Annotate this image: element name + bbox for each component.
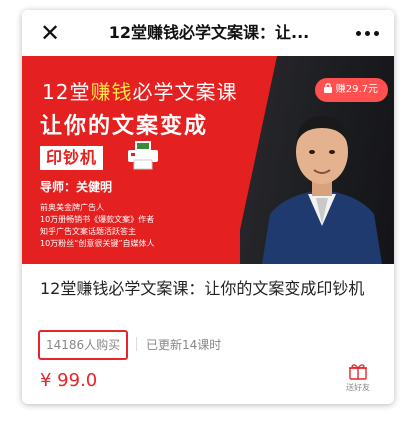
banner-desc-line: 10万册畅销书《爆款文案》作者 <box>40 215 155 224</box>
update-status: 已更新14课时 <box>146 338 222 352</box>
close-icon[interactable]: ✕ <box>36 19 64 47</box>
earn-badge[interactable]: 赚29.7元 <box>314 78 388 102</box>
divider <box>136 337 137 351</box>
title-bar: ✕ 12堂赚钱必学文案课：让... <box>22 10 394 56</box>
course-card: ✕ 12堂赚钱必学文案课：让... 12堂赚钱必学文案课 让你的文案变成 印钞机… <box>22 10 394 404</box>
price: ¥ 99.0 <box>40 370 98 391</box>
banner-desc-line: 10万粉丝“创意很关键”自媒体人 <box>40 239 155 248</box>
banner-desc-line: 知乎广告文案话题活跃答主 <box>40 227 136 236</box>
share-earn-icon <box>323 83 332 93</box>
banner-headline-a: 12堂 <box>42 80 91 104</box>
more-icon[interactable] <box>354 22 382 44</box>
banner-headline-b: 必学文案课 <box>132 80 238 104</box>
banner-author: 导师：关健明 <box>40 180 113 194</box>
course-title: 12堂赚钱必学文案课：让你的文案变成印钞机 <box>40 279 365 298</box>
banner-headline-highlight: 赚钱 <box>90 80 133 104</box>
earn-badge-label: 赚29.7元 <box>335 84 378 95</box>
instructor-photo <box>262 116 382 264</box>
gift-to-friend-button[interactable]: 送好友 <box>338 362 378 398</box>
gift-icon <box>349 364 367 380</box>
course-banner[interactable]: 12堂赚钱必学文案课 让你的文案变成 印钞机 导师：关健明 前奥美金牌广告人 1… <box>22 56 394 264</box>
banner-tag: 印钞机 <box>40 146 104 170</box>
sales-count: 14186人购买 <box>38 330 129 360</box>
window-title: 12堂赚钱必学文案课：让... <box>108 23 310 42</box>
banner-headline: 12堂赚钱必学文案课 <box>42 76 237 105</box>
printer-icon <box>128 141 158 170</box>
banner-subheadline: 让你的文案变成 <box>40 114 209 139</box>
gift-label: 送好友 <box>346 383 370 392</box>
banner-desc-line: 前奥美金牌广告人 <box>40 203 104 212</box>
banner-description: 前奥美金牌广告人 10万册畅销书《爆款文案》作者 知乎广告文案话题活跃答主 10… <box>40 202 154 250</box>
